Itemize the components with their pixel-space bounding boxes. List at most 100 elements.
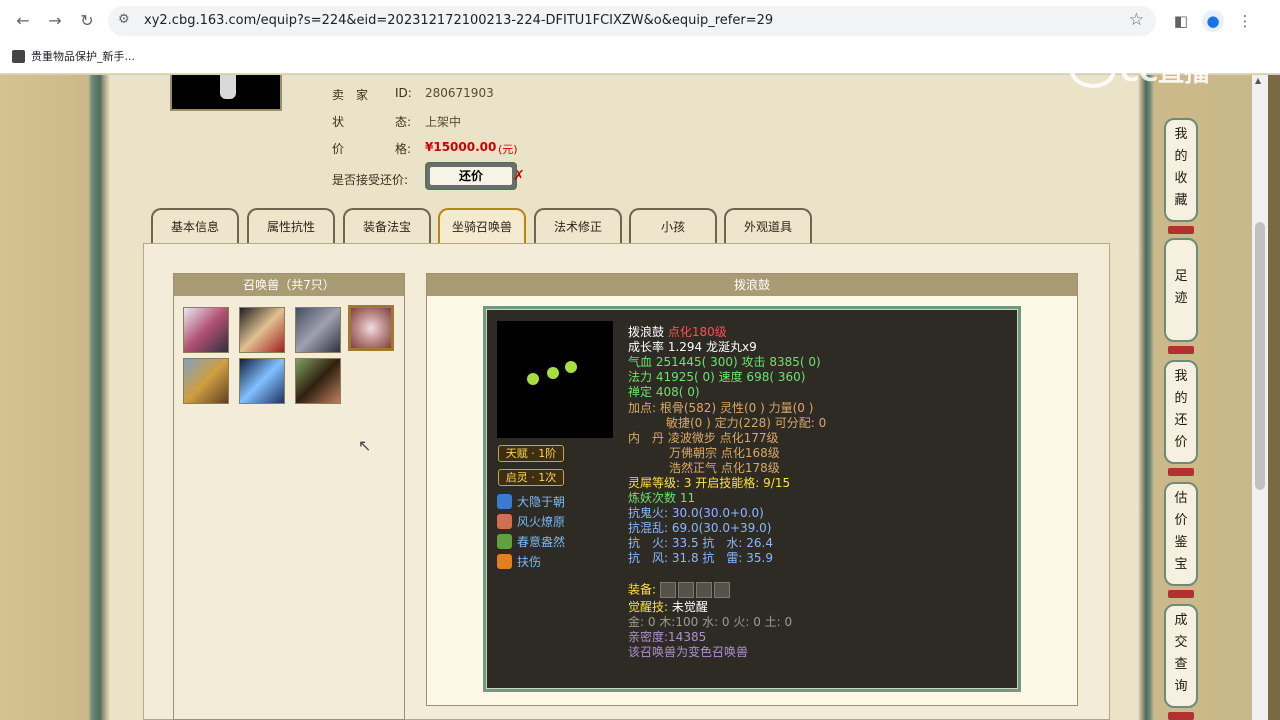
sidebar-deal-query-label: 成交查询 (1174, 613, 1188, 694)
equip-label: 装备: (628, 582, 657, 597)
talent-badge: 天赋 · 1阶 (498, 445, 564, 462)
stat-lianyao: 炼妖次数 11 (628, 491, 696, 505)
stat-variant: 该召唤兽为变色召唤兽 (628, 645, 749, 659)
id-label: ID: (395, 86, 412, 100)
sidebar-deal-query-button[interactable]: 成交查询 (1164, 604, 1198, 708)
left-decoration (0, 75, 110, 720)
bargain-label: 是否接受还价: (332, 173, 409, 187)
stat-elements: 金: 0 木:100 水: 0 火: 0 土: 0 (628, 615, 793, 629)
bargain-button-label: 还价 (430, 167, 512, 185)
bookmark-item[interactable]: 贵重物品保护_新手... (12, 47, 135, 65)
price-unit: (元) (498, 143, 518, 156)
pet-thumbnail[interactable] (183, 307, 229, 353)
tab-appearance[interactable]: 外观道具 (724, 208, 812, 244)
url-text[interactable]: xy2.cbg.163.com/equip?s=224&eid=20231217… (144, 13, 773, 28)
sidebar-footprints-label: 足迹 (1174, 269, 1188, 306)
sidebar-appraisal-label: 估价鉴宝 (1174, 491, 1188, 572)
menu-icon[interactable]: ⋮ (1234, 10, 1256, 32)
pet-thumbnail[interactable] (239, 358, 285, 404)
skill-item[interactable]: 风火燎原 (497, 513, 565, 530)
side-panel-icon[interactable]: ◧ (1170, 10, 1192, 32)
skill-label: 大隐于朝 (517, 495, 566, 509)
tab-mounts-pets[interactable]: 坐骑召唤兽 (438, 208, 526, 244)
site-info-icon[interactable]: ⚙ (118, 12, 130, 27)
sidebar-footprints-button[interactable]: 足迹 (1164, 238, 1198, 342)
pet-list-title: 召唤兽（共7只） (174, 274, 404, 296)
stat-neidan-3: 浩然正气 点化178级 (669, 461, 780, 475)
stat-resist-chaos: 抗混乱: 69.0(30.0+39.0) (628, 521, 772, 535)
pet-image (497, 321, 613, 438)
seller-id: 280671903 (425, 86, 494, 100)
skill-label: 风火燎原 (517, 515, 566, 529)
sidebar-separator (1168, 468, 1194, 476)
watermark: CC直播 (1070, 50, 1210, 90)
bookmark-star-icon[interactable]: ☆ (1129, 10, 1144, 30)
pet-thumbnail[interactable] (239, 307, 285, 353)
pet-name: 拨浪鼓 (628, 325, 665, 339)
pet-sprite-part (547, 367, 559, 379)
stat-neidan-1: 内 丹 凌波微步 点化177级 (628, 431, 779, 445)
equip-slot[interactable] (659, 582, 676, 598)
sidebar-separator (1168, 712, 1194, 720)
sidebar-favorites-label: 我的收藏 (1174, 127, 1188, 208)
stat-equip-row: 装备: (628, 582, 732, 598)
price-value: ¥15000.00 (425, 140, 497, 154)
sidebar-appraisal-button[interactable]: 估价鉴宝 (1164, 482, 1198, 586)
status-value: 上架中 (425, 115, 462, 129)
equip-slot[interactable] (713, 582, 730, 598)
tab-basic-info[interactable]: 基本信息 (151, 208, 239, 244)
back-icon[interactable]: ← (12, 10, 34, 32)
tab-equipment[interactable]: 装备法宝 (343, 208, 431, 244)
tab-children[interactable]: 小孩 (629, 208, 717, 244)
sidebar-separator (1168, 226, 1194, 234)
reload-icon[interactable]: ↻ (76, 10, 98, 32)
pet-detail-title: 拨浪鼓 (427, 274, 1077, 296)
right-decoration (1138, 75, 1154, 720)
stat-growth: 成长率 1.294 龙涎丸x9 (628, 340, 757, 354)
profile-icon[interactable]: ● (1202, 10, 1224, 32)
skill-icon (497, 514, 512, 529)
skill-label: 扶伤 (517, 555, 542, 569)
skill-icon (497, 554, 512, 569)
pet-thumbnail[interactable] (295, 307, 341, 353)
sidebar-favorites-button[interactable]: 我的收藏 (1164, 118, 1198, 222)
awaken-badge: 启灵 · 1次 (498, 469, 564, 486)
item-thumbnail (170, 75, 282, 111)
stat-zen: 禅定 408( 0) (628, 385, 700, 399)
skill-item[interactable]: 大隐于朝 (497, 493, 565, 510)
forward-icon[interactable]: → (44, 10, 66, 32)
status-label-1: 状 (332, 115, 345, 129)
pet-thumbnail[interactable] (183, 358, 229, 404)
scrollbar-thumb[interactable] (1255, 222, 1265, 490)
pet-thumbnail[interactable] (295, 358, 341, 404)
skill-icon (497, 494, 512, 509)
stat-points-2: 敏捷(0 ) 定力(228) 可分配: 0 (666, 416, 827, 430)
price-label-1: 价 (332, 142, 345, 156)
sidebar-my-bargains-button[interactable]: 我的还价 (1164, 360, 1198, 464)
stat-mp-speed: 法力 41925( 0) 速度 698( 360) (628, 370, 806, 384)
stat-lingxi: 灵犀等级: 3 开启技能格: 9/15 (628, 476, 791, 490)
pet-sprite-part (527, 373, 539, 385)
watermark-text: CC直播 (1120, 57, 1211, 88)
mouse-cursor-icon: ↖ (358, 436, 372, 455)
skill-label: 春意盎然 (517, 535, 566, 549)
scroll-up-icon[interactable]: ▲ (1255, 76, 1261, 85)
sidebar-my-bargains-label: 我的还价 (1174, 369, 1188, 450)
awaken-value: 未觉醒 (671, 600, 708, 614)
pet-sprite-part (565, 361, 577, 373)
stat-resist-wind-thunder: 抗 风: 31.8 抗 雷: 35.9 (628, 551, 773, 565)
skill-item[interactable]: 扶伤 (497, 553, 541, 570)
watermark-logo-icon (1070, 52, 1116, 88)
bookmark-favicon-icon (12, 49, 25, 63)
bargain-button[interactable]: 还价 (425, 162, 517, 190)
sidebar-separator (1168, 590, 1194, 598)
stat-awaken-row: 觉醒技: 未觉醒 (628, 600, 708, 615)
address-bar[interactable]: ⚙ xy2.cbg.163.com/equip?s=224&eid=202312… (108, 6, 1156, 36)
equip-slot[interactable] (677, 582, 694, 598)
tab-spell-mods[interactable]: 法术修正 (534, 208, 622, 244)
skill-item[interactable]: 春意盎然 (497, 533, 565, 550)
pet-thumbnail-selected[interactable] (348, 305, 394, 351)
right-edge (1268, 75, 1280, 720)
tab-attributes[interactable]: 属性抗性 (247, 208, 335, 244)
equip-slot[interactable] (695, 582, 712, 598)
